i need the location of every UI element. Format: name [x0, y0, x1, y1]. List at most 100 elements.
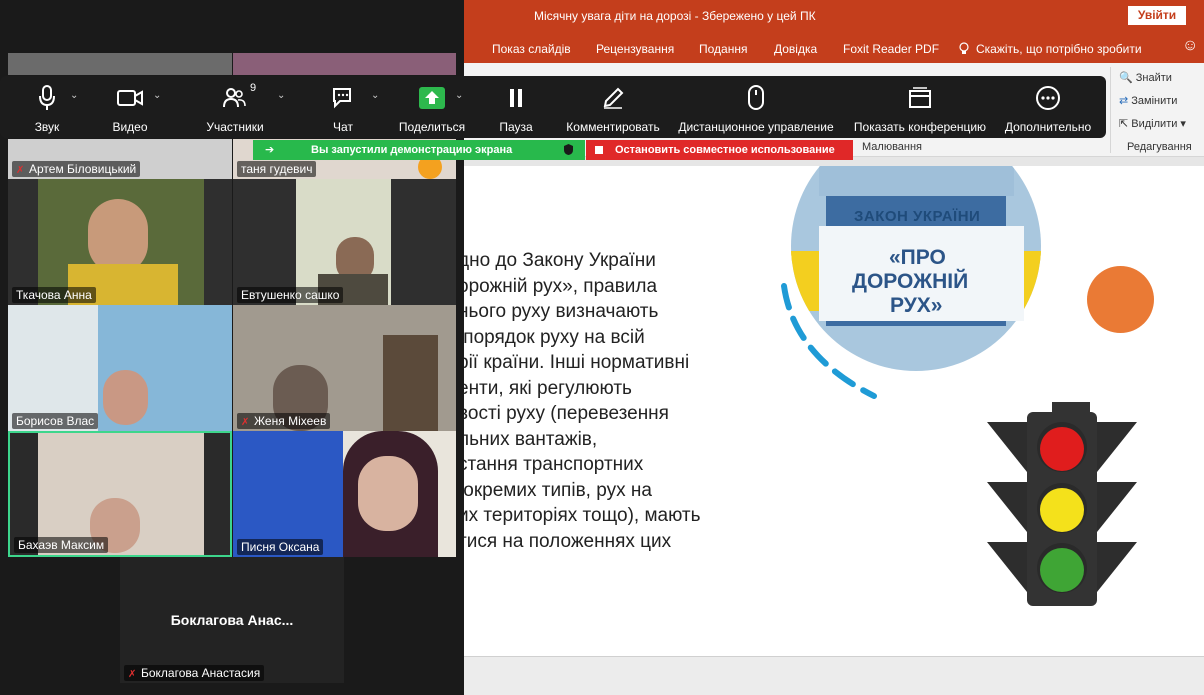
stop-share-button[interactable]: Остановить совместное использование: [586, 140, 853, 160]
traffic-light-icon: [987, 402, 1137, 606]
mic-muted-icon: ✗: [16, 165, 25, 176]
replace-icon: ⇄: [1119, 95, 1129, 107]
mic-muted-icon: ✗: [241, 417, 250, 428]
participant-name: ✗ Боклагова Анастасия: [124, 665, 265, 681]
pause-icon: [494, 85, 538, 111]
more-dots-icon: [1002, 85, 1094, 111]
replace-button[interactable]: ⇄ Замінити: [1119, 94, 1177, 107]
pin-icon: ➔: [265, 144, 275, 156]
group-editing-label: Редагування: [1127, 141, 1192, 153]
participant-big-name: Боклагова Анас...: [170, 612, 294, 628]
video-tile-borysov[interactable]: Борисов Влас: [8, 305, 232, 431]
replace-label: Замінити: [1131, 95, 1178, 107]
participant-name: Писня Оксана: [237, 539, 324, 555]
ppt-status-area: [464, 656, 1204, 695]
ppt-title-bar: Місячну увага діти на дорозі - Збережено…: [464, 0, 1204, 33]
stop-square-icon: [595, 146, 603, 154]
chat-caret-icon[interactable]: ⌄: [371, 90, 379, 101]
ppt-ribbon-tabs: Показ слайдів Рецензування Подання Довід…: [464, 33, 1204, 63]
person-face: [88, 199, 148, 274]
chat-label: Чат: [333, 120, 353, 134]
sharing-status-text: Вы запустили демонстрацию экрана: [311, 144, 513, 156]
participant-name: ✗ Женя Міхеев: [237, 413, 331, 429]
video-tile-boklagova[interactable]: Боклагова Анас... ✗ Боклагова Анастасия: [120, 557, 344, 683]
share-label: Поделиться: [398, 120, 466, 134]
select-label: Виділити: [1131, 118, 1178, 130]
participant-name: Евтушенко сашко: [237, 287, 344, 303]
people-icon: [198, 85, 272, 111]
video-tile-evtushenko[interactable]: Евтушенко сашко: [233, 179, 456, 305]
zoom-share-toolbar: Звук ⌄ Видео ⌄ 9 Участники ⌄ Чат ⌄ Подел…: [0, 76, 1106, 138]
camera-icon: [105, 85, 155, 111]
annotate-label: Комментировать: [566, 120, 660, 134]
mic-muted-icon: ✗: [128, 669, 137, 680]
tab-view[interactable]: Подання: [699, 42, 747, 56]
video-tile-top-right[interactable]: [233, 53, 456, 75]
participant-name: Борисов Влас: [12, 413, 99, 429]
tab-help[interactable]: Довідка: [774, 42, 817, 56]
badge-line-2: «ПРО: [889, 246, 946, 269]
tell-me-search[interactable]: Скажіть, що потрібно зробити: [976, 42, 1142, 56]
document-title: Місячну увага діти на дорозі - Збережено…: [534, 9, 816, 23]
participant-name: Ткачова Анна: [12, 287, 96, 303]
person-face: [103, 370, 148, 425]
participant-name: ✗ Артем Біловицький: [12, 161, 141, 177]
video-tile-pysnya[interactable]: Писня Оксана: [233, 431, 456, 557]
more-label: Дополнительно: [1004, 120, 1092, 134]
video-tile-tkachova[interactable]: Ткачова Анна: [8, 179, 232, 305]
remote-control-button[interactable]: Дистанционное управление: [676, 76, 836, 138]
slide-body-text[interactable]: дно до Закону України орожній рух», прав…: [464, 248, 758, 580]
participant-name: Бахаэв Максим: [14, 537, 109, 553]
select-button[interactable]: ⇱ Виділити ▾: [1119, 117, 1186, 130]
badge-line-3: ДОРОЖНІЙ: [852, 270, 969, 293]
annotate-button[interactable]: Комментировать: [564, 76, 662, 138]
video-tile-zhenya[interactable]: ✗ Женя Міхеев: [233, 305, 456, 431]
pause-label: Пауза: [499, 120, 533, 134]
participants-count: 9: [250, 82, 257, 94]
magnifier-icon: 🔍: [1119, 72, 1133, 84]
video-caret-icon[interactable]: ⌄: [153, 90, 161, 101]
share-button[interactable]: Поделиться: [396, 76, 468, 138]
audio-label: Звук: [34, 120, 60, 134]
remote-control-label: Дистанционное управление: [678, 120, 834, 134]
tab-foxit[interactable]: Foxit Reader PDF: [843, 42, 939, 56]
chat-button[interactable]: Чат: [320, 76, 366, 138]
share-caret-icon[interactable]: ⌄: [455, 90, 463, 101]
badge-line-1: ЗАКОН УКРАЇНИ: [854, 208, 981, 225]
badge-line-4: РУХ»: [890, 294, 943, 317]
participants-label: Участники: [206, 120, 264, 134]
orange-circle-decoration: [1087, 266, 1154, 333]
window-icon: [852, 85, 988, 111]
person-face: [358, 456, 418, 531]
ribbon-divider: [1110, 67, 1111, 153]
show-conference-label: Показать конференцию: [853, 120, 987, 134]
audio-button[interactable]: Звук: [22, 76, 72, 138]
lightbulb-icon: [958, 42, 970, 58]
find-label: Знайти: [1135, 72, 1172, 84]
person-icon[interactable]: ☺: [1182, 37, 1198, 55]
participant-name: таня гудевич: [237, 161, 317, 177]
sign-in-button[interactable]: Увійти: [1128, 6, 1186, 25]
video-tile-top-left[interactable]: [8, 53, 232, 75]
cursor-icon: ⇱: [1119, 118, 1129, 130]
tab-review[interactable]: Рецензування: [596, 42, 674, 56]
more-button[interactable]: Дополнительно: [1002, 76, 1094, 138]
sharing-status-banner: ➔ Вы запустили демонстрацию экрана: [253, 140, 585, 160]
find-button[interactable]: 🔍 Знайти: [1119, 71, 1172, 84]
slide-canvas[interactable]: дно до Закону України орожній рух», прав…: [464, 166, 1204, 656]
video-label: Видео: [112, 120, 148, 134]
group-drawing-label: Малювання: [862, 141, 923, 153]
tab-slideshow[interactable]: Показ слайдів: [492, 42, 571, 56]
chat-bubble-icon: [320, 85, 366, 111]
pause-share-button[interactable]: Пауза: [494, 76, 538, 138]
show-conference-button[interactable]: Показать конференцию: [852, 76, 988, 138]
mouse-icon: [676, 85, 836, 111]
audio-caret-icon[interactable]: ⌄: [70, 90, 78, 101]
video-button[interactable]: Видео: [105, 76, 155, 138]
participants-caret-icon[interactable]: ⌄: [277, 90, 285, 101]
participants-button[interactable]: 9 Участники: [198, 76, 272, 138]
shield-icon: [563, 143, 574, 159]
stop-share-label: Остановить совместное использование: [615, 144, 835, 156]
video-tile-bakhaev[interactable]: Бахаэв Максим: [8, 431, 232, 557]
video-tile-artem[interactable]: ✗ Артем Біловицький: [8, 139, 232, 179]
